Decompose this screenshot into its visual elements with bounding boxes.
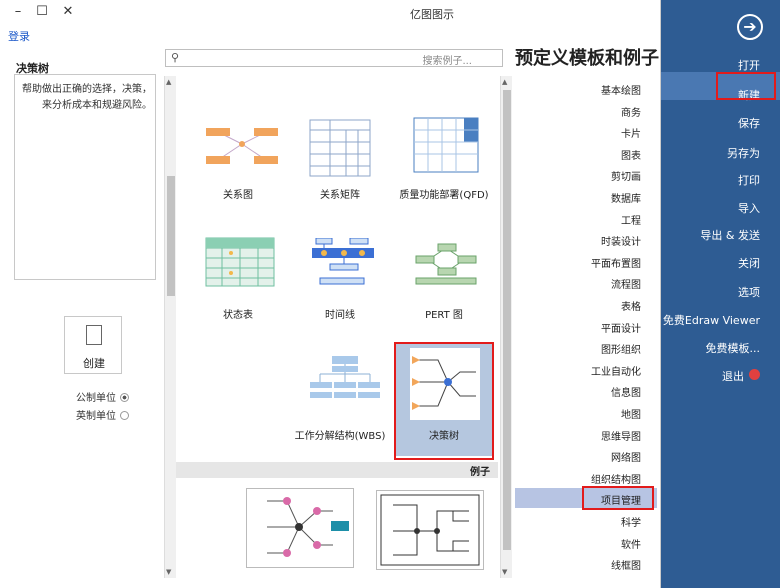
nav-item[interactable]: 关闭	[738, 255, 760, 271]
nav-item[interactable]: 导入	[738, 200, 760, 216]
radio-icon[interactable]	[120, 411, 129, 420]
template-caption[interactable]: 工作分解结构(WBS)	[280, 427, 400, 442]
category-item[interactable]: 地图	[621, 406, 641, 421]
exit-icon	[749, 369, 760, 380]
template-caption[interactable]: 质量功能部署(QFD)	[384, 186, 504, 201]
category-item[interactable]: 剪切画	[611, 168, 641, 183]
nav-divider	[660, 0, 661, 588]
left-scrollbar[interactable]: ▲ ▼	[164, 76, 176, 578]
nav-item[interactable]: 免费Edraw Viewer	[663, 312, 760, 328]
template-caption[interactable]: 关系图	[178, 186, 298, 201]
category-item[interactable]: 网络图	[611, 449, 641, 464]
create-button[interactable]: 创建	[64, 316, 122, 374]
document-icon	[86, 325, 102, 345]
close-button[interactable]: ✕	[58, 4, 78, 20]
nav-item[interactable]: 导出 & 发送	[700, 227, 760, 243]
category-item[interactable]: 图表	[621, 147, 641, 162]
maximize-button[interactable]: ☐	[32, 4, 52, 20]
category-item[interactable]: 线框图	[611, 557, 641, 572]
example-decision-tree-colored-image	[267, 497, 349, 557]
wbs-thumbnail[interactable]	[310, 354, 380, 410]
category-item[interactable]: 数据库	[611, 190, 641, 205]
category-item[interactable]: 工业自动化	[591, 363, 641, 378]
example-thumbnail[interactable]	[376, 490, 484, 570]
category-item[interactable]: 商务	[621, 104, 641, 119]
login-link[interactable]: 登录	[8, 28, 30, 44]
category-item[interactable]: 流程图	[611, 276, 641, 291]
metric-units-radio[interactable]: 公制单位	[76, 389, 129, 404]
template-caption[interactable]: 关系矩阵	[280, 186, 400, 201]
category-item[interactable]: 软件	[621, 536, 641, 551]
search-input[interactable]: ⚲ 搜索例子...	[165, 49, 503, 67]
search-placeholder: 搜索例子...	[422, 56, 472, 67]
radio-icon[interactable]	[120, 393, 129, 402]
qfd-thumbnail[interactable]	[408, 112, 488, 180]
category-item[interactable]: 平面设计	[601, 320, 641, 335]
example-decision-tree-image	[380, 494, 480, 566]
nav-item[interactable]: 打印	[738, 172, 760, 188]
relation-matrix-thumbnail[interactable]	[308, 118, 372, 180]
nav-item[interactable]: 另存为	[727, 145, 760, 161]
category-item[interactable]: 基本绘图	[601, 82, 641, 97]
imperial-units-radio[interactable]: 英制单位	[76, 407, 129, 422]
pert-thumbnail[interactable]	[414, 242, 478, 288]
metric-units-label: 公制单位	[76, 393, 116, 404]
minimize-button[interactable]: –	[8, 4, 28, 20]
nav-item[interactable]: 打开	[738, 57, 760, 73]
nav-item[interactable]: 退出	[722, 368, 744, 384]
category-item[interactable]: 图形组织	[601, 341, 641, 356]
gallery-scrollbar[interactable]: ▲ ▼	[500, 76, 512, 578]
window-title: 亿图图示	[410, 8, 454, 21]
nav-item[interactable]: 选项	[738, 284, 760, 300]
example-thumbnail[interactable]	[246, 488, 354, 568]
category-item[interactable]: 时装设计	[601, 233, 641, 248]
examples-label: 例子	[470, 467, 490, 478]
decision-tree-thumbnail[interactable]	[410, 352, 480, 416]
nav-item[interactable]: 保存	[738, 115, 760, 131]
category-item[interactable]: 组织结构图	[591, 471, 641, 486]
nav-item[interactable]: 免费模板...	[706, 340, 761, 356]
category-item[interactable]: 信息图	[611, 384, 641, 399]
category-item[interactable]: 思维导图	[601, 428, 641, 443]
timeline-thumbnail[interactable]	[310, 238, 376, 288]
page-title: 预定义模板和例子	[515, 48, 659, 69]
template-caption-selected[interactable]: 决策树	[384, 427, 504, 442]
category-item[interactable]: 表格	[621, 298, 641, 313]
imperial-units-label: 英制单位	[76, 411, 116, 422]
category-item[interactable]: 工程	[621, 212, 641, 227]
category-item[interactable]: 卡片	[621, 125, 641, 140]
create-label: 创建	[83, 357, 105, 370]
template-description: 帮助做出正确的选择，决策，来分析成本和规避风险。	[22, 84, 152, 111]
relation-diagram-thumbnail[interactable]	[204, 120, 280, 172]
category-item[interactable]: 科学	[621, 514, 641, 529]
examples-section-header: 例子	[176, 462, 498, 478]
category-item[interactable]: 平面布置图	[591, 255, 641, 270]
template-caption[interactable]: 时间线	[280, 306, 400, 321]
title-bar	[0, 0, 660, 26]
highlight-new	[716, 72, 776, 100]
arrow-right-circle-icon[interactable]: ➔	[737, 14, 763, 40]
search-icon[interactable]: ⚲	[171, 51, 179, 64]
template-caption[interactable]: 状态表	[178, 306, 298, 321]
template-caption[interactable]: PERT 图	[384, 306, 504, 321]
state-table-thumbnail[interactable]	[204, 236, 276, 288]
highlight-project-management	[582, 486, 654, 510]
